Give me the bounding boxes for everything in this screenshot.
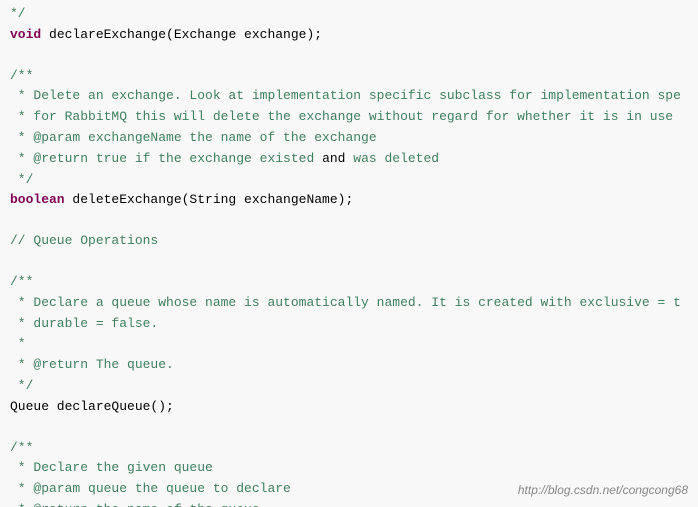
code-line: Queue declareQueue();	[0, 397, 698, 418]
javadoc-text: * @param queue the queue to declare	[10, 481, 291, 496]
code-line: boolean deleteExchange(String exchangeNa…	[0, 190, 698, 211]
javadoc-text: /**	[10, 68, 33, 83]
code-line: * Delete an exchange. Look at implementa…	[0, 86, 698, 107]
javadoc-text: * @param exchangeName the name of the ex…	[10, 130, 377, 145]
javadoc-text: /**	[10, 274, 33, 289]
watermark: http://blog.csdn.net/congcong68	[518, 483, 688, 497]
code-line: /**	[0, 438, 698, 459]
code-text: declareExchange(Exchange exchange);	[41, 27, 322, 42]
code-line: */	[0, 4, 698, 25]
code-line: * @param exchangeName the name of the ex…	[0, 128, 698, 149]
code-line: */	[0, 170, 698, 191]
javadoc-text: * for RabbitMQ this will delete the exch…	[10, 109, 673, 124]
javadoc-text: * @return the name of the queue.	[10, 502, 267, 507]
code-line: * durable = false.	[0, 314, 698, 335]
code-line: * @return true if the exchange existed a…	[0, 149, 698, 170]
javadoc-text: * @return true if the exchange existed a…	[10, 151, 439, 166]
code-line: * Declare a queue whose name is automati…	[0, 293, 698, 314]
javadoc-text: /**	[10, 440, 33, 455]
code-text: Queue declareQueue();	[10, 399, 174, 414]
code-line	[0, 252, 698, 272]
javadoc-text: *	[10, 336, 26, 351]
keyword: boolean	[10, 192, 65, 207]
javadoc-text: * Declare the given queue	[10, 460, 213, 475]
code-line: * @return The queue.	[0, 355, 698, 376]
code-line: */	[0, 376, 698, 397]
javadoc-text: * Declare a queue whose name is automati…	[10, 295, 681, 310]
code-line: * Declare the given queue	[0, 458, 698, 479]
javadoc-text: */	[10, 172, 33, 187]
comment-text: // Queue Operations	[10, 233, 158, 248]
code-line: /**	[0, 66, 698, 87]
javadoc-text: * durable = false.	[10, 316, 158, 331]
code-line: void declareExchange(Exchange exchange);	[0, 25, 698, 46]
code-line	[0, 211, 698, 231]
code-viewer: */ void declareExchange(Exchange exchang…	[0, 0, 698, 507]
code-text: deleteExchange(String exchangeName);	[65, 192, 354, 207]
code-line	[0, 46, 698, 66]
javadoc-text: * @return The queue.	[10, 357, 174, 372]
code-line: * for RabbitMQ this will delete the exch…	[0, 107, 698, 128]
code-line: * @return the name of the queue.	[0, 500, 698, 507]
code-line: *	[0, 334, 698, 355]
javadoc-text: * Delete an exchange. Look at implementa…	[10, 88, 681, 103]
comment-text: */	[10, 6, 26, 21]
code-line: // Queue Operations	[0, 231, 698, 252]
keyword: void	[10, 27, 41, 42]
javadoc-text: */	[10, 378, 33, 393]
code-line	[0, 418, 698, 438]
code-line: /**	[0, 272, 698, 293]
